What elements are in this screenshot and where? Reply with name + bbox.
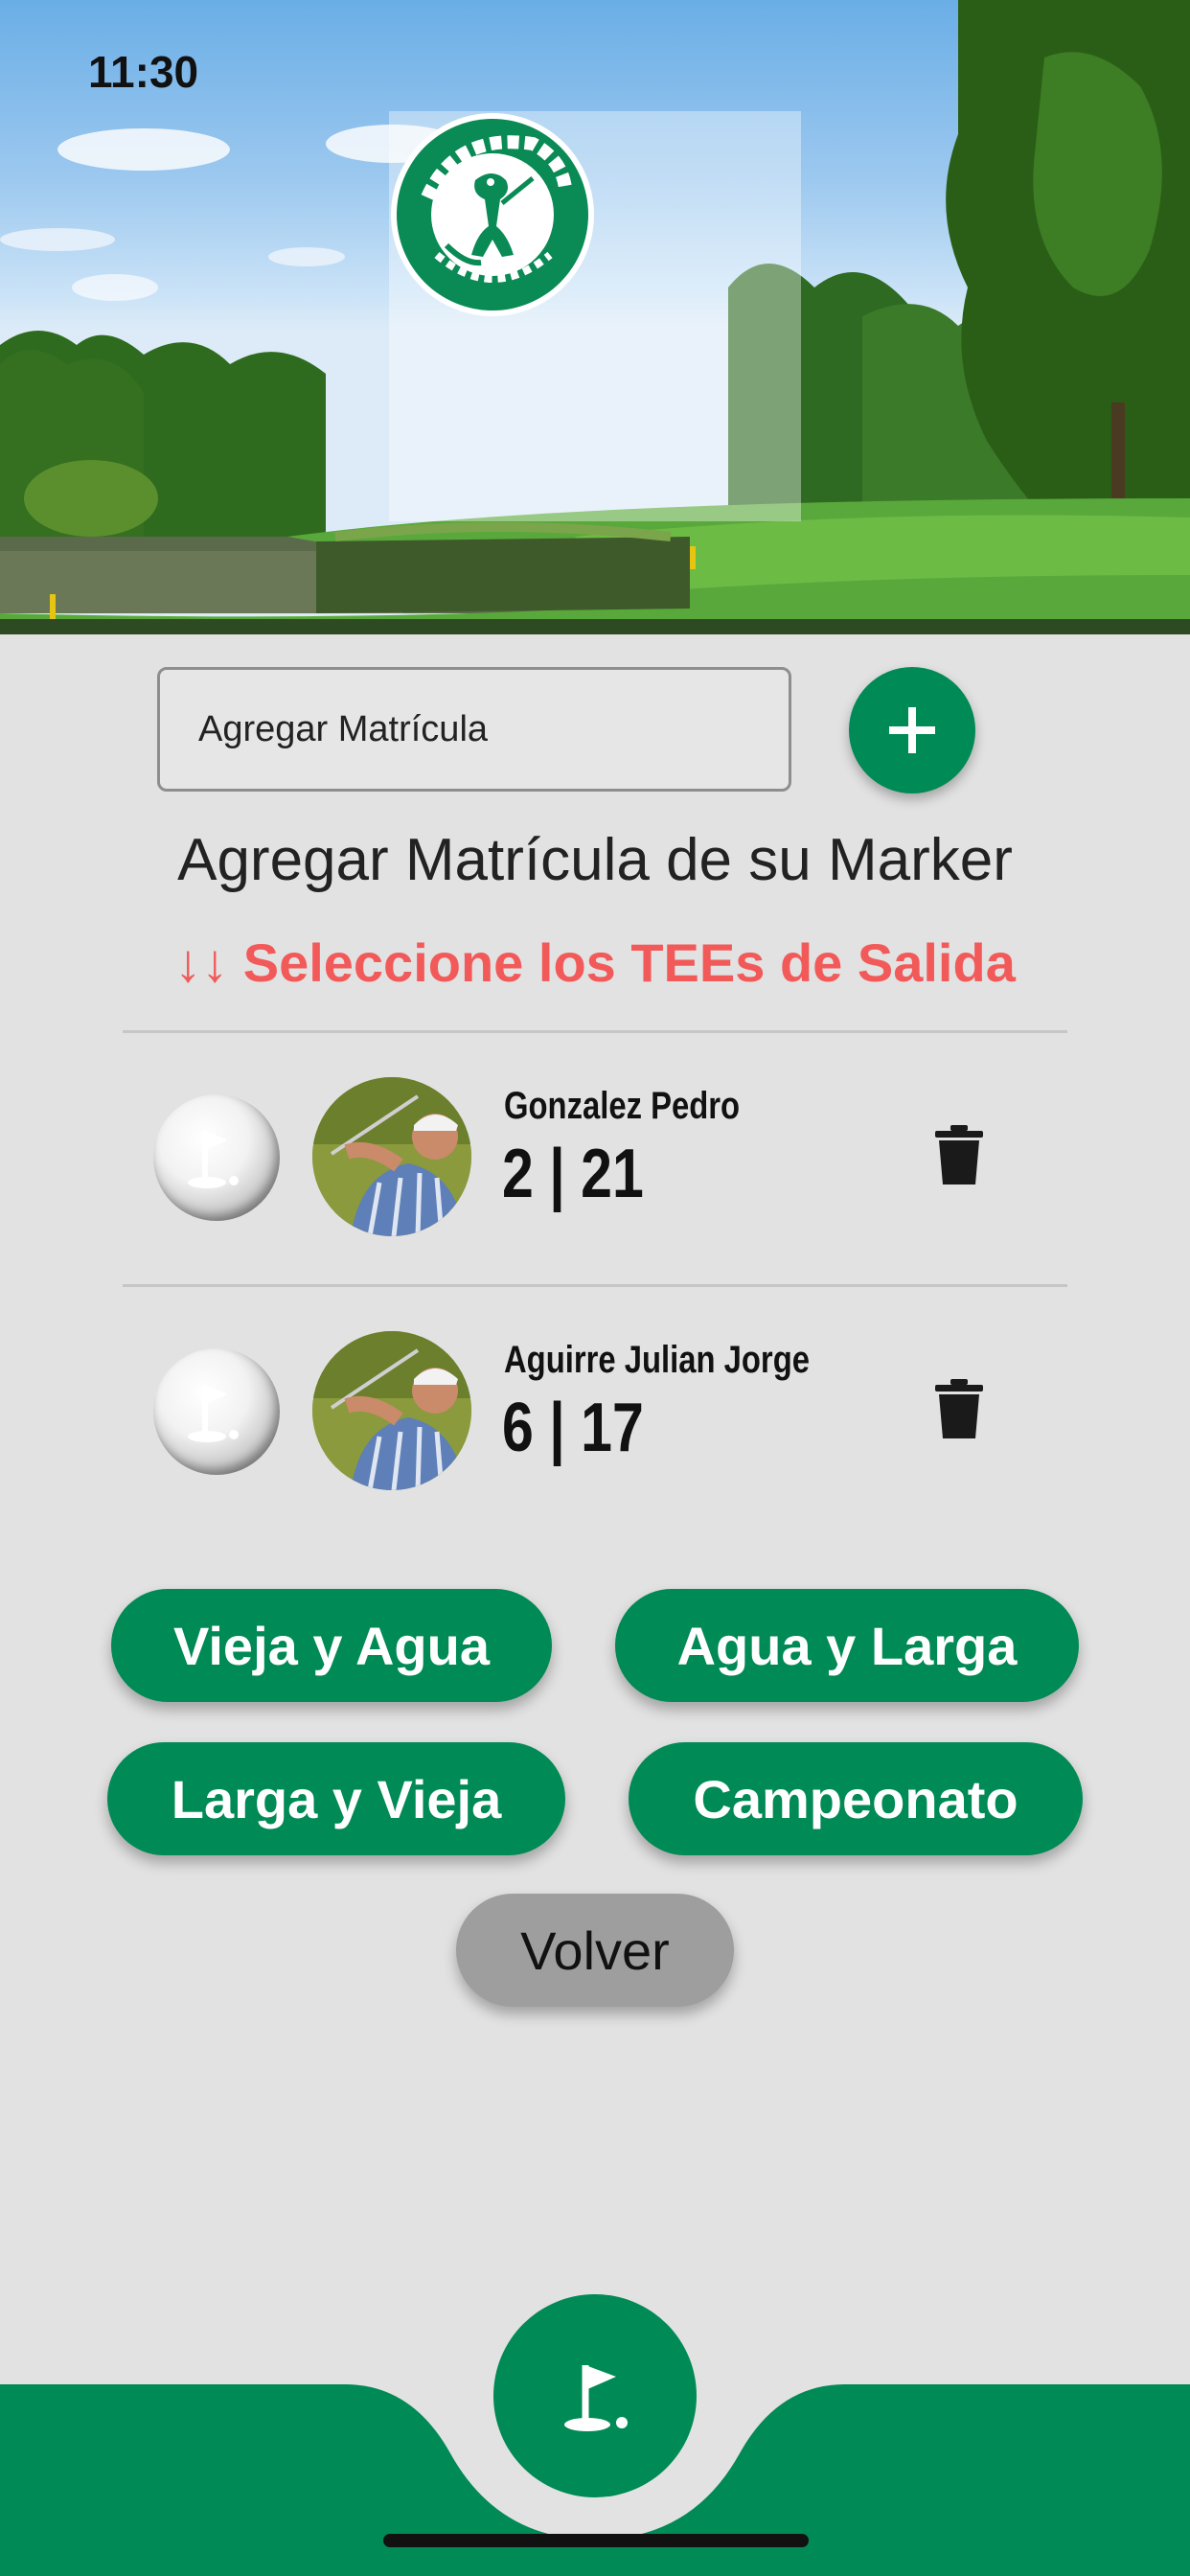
home-indicator	[383, 2534, 809, 2547]
avatar	[312, 1331, 471, 1490]
player-handicap: 6 | 17	[502, 1390, 644, 1466]
tee-select-button[interactable]	[153, 1094, 280, 1221]
trash-icon[interactable]	[935, 1379, 983, 1438]
trash-icon[interactable]	[935, 1125, 983, 1184]
golf-flag-icon	[564, 2365, 628, 2431]
club-logo-panel	[389, 111, 801, 521]
player-handicap: 2 | 21	[502, 1136, 644, 1212]
status-bar-time: 11:30	[88, 47, 199, 97]
tees-heading: ↓↓ Seleccione los TEEs de Salida	[174, 932, 1016, 993]
avatar	[312, 1077, 471, 1236]
player-row: Gonzalez Pedro 2 | 21	[0, 1077, 1190, 1250]
club-logo	[391, 113, 594, 316]
golf-flag-icon	[188, 1385, 239, 1442]
matricula-input[interactable]	[157, 667, 791, 792]
player-name: Gonzalez Pedro	[504, 1085, 741, 1127]
tee-agua-larga-button[interactable]: Agua y Larga	[615, 1589, 1079, 1702]
divider	[123, 1284, 1067, 1287]
player-row: Aguirre Julian Jorge 6 | 17	[0, 1331, 1190, 1504]
player-name: Aguirre Julian Jorge	[504, 1339, 810, 1381]
tee-select-button[interactable]	[153, 1348, 280, 1475]
plus-icon	[889, 707, 935, 753]
golf-flag-fab-button[interactable]	[493, 2294, 697, 2497]
tee-campeonato-button[interactable]: Campeonato	[629, 1742, 1083, 1855]
marker-heading: Agregar Matrícula de su Marker	[177, 827, 1013, 893]
header-course-photo: 11:30	[0, 0, 1190, 634]
golf-flag-icon	[188, 1131, 239, 1188]
add-matricula-button[interactable]	[849, 667, 975, 794]
tee-larga-vieja-button[interactable]: Larga y Vieja	[107, 1742, 565, 1855]
back-button[interactable]: Volver	[456, 1894, 734, 2007]
tee-vieja-agua-button[interactable]: Vieja y Agua	[111, 1589, 552, 1702]
divider	[123, 1030, 1067, 1033]
